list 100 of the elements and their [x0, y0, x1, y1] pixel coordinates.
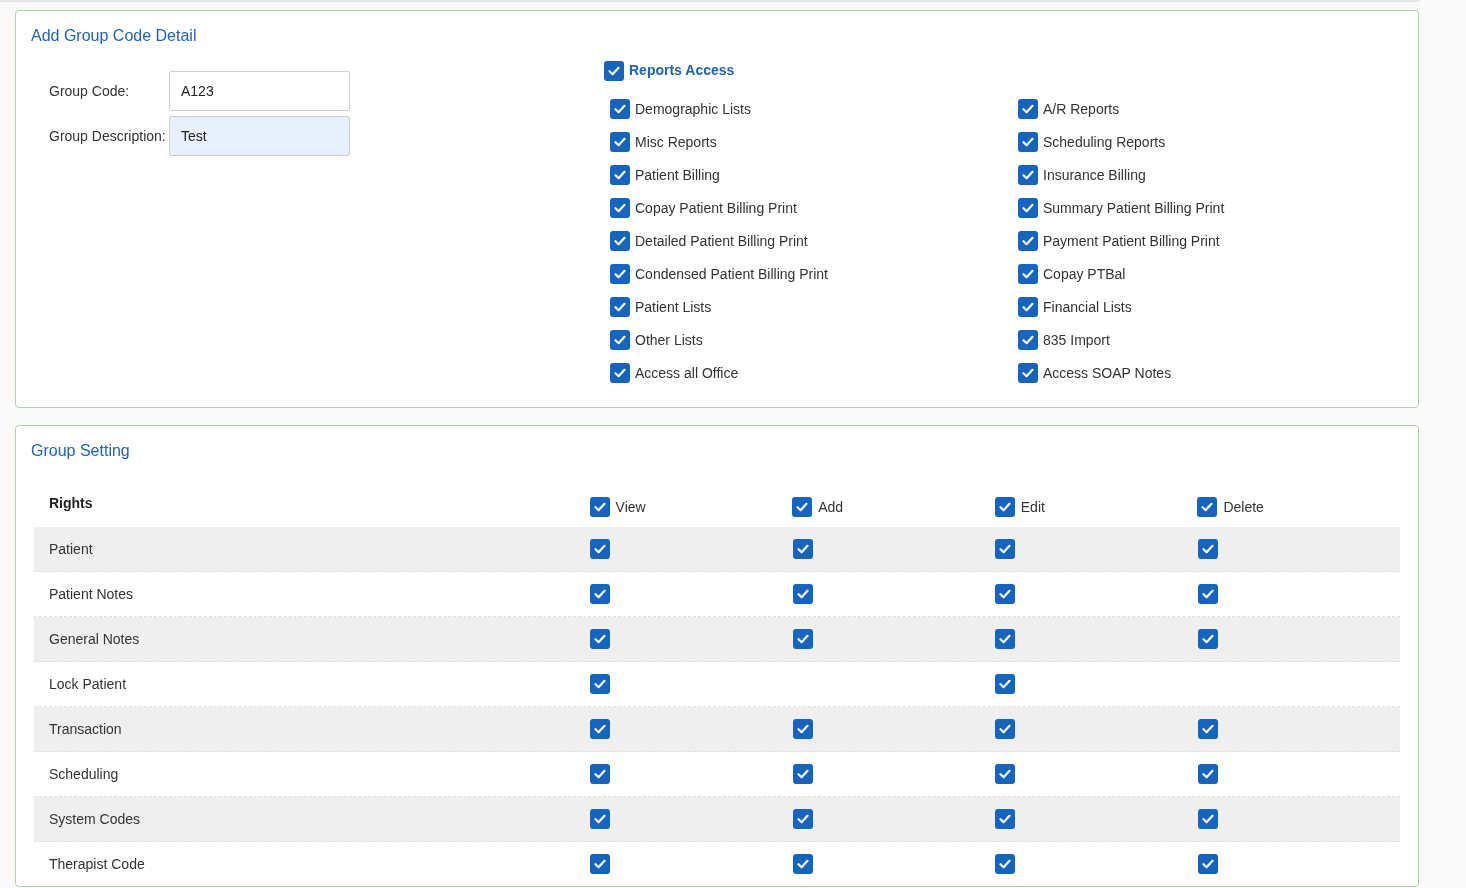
table-cell: Transaction: [49, 721, 122, 737]
field-label: Group Code:: [49, 81, 131, 101]
checkbox[interactable]: [590, 584, 611, 604]
checkbox[interactable]: [590, 764, 611, 784]
check-icon: [796, 724, 809, 734]
checkbox-label: Scheduling Reports: [1043, 132, 1166, 152]
checkbox[interactable]: [1197, 719, 1218, 739]
input-field[interactable]: A123: [169, 71, 350, 111]
check-icon: [796, 859, 809, 869]
checkbox[interactable]: [792, 719, 813, 739]
checkbox[interactable]: [1018, 198, 1038, 218]
checkbox[interactable]: [610, 363, 630, 383]
check-icon: [1022, 170, 1034, 180]
checkbox[interactable]: [995, 629, 1016, 649]
check-icon: [1022, 236, 1034, 246]
checkbox[interactable]: [1018, 297, 1038, 317]
checkbox-label: A/R Reports: [1043, 99, 1120, 119]
checkbox[interactable]: [792, 854, 813, 874]
table-cell: Therapist Code: [49, 856, 145, 872]
checkbox[interactable]: [792, 539, 813, 559]
checkbox-label: Copay PTBal: [1043, 264, 1126, 284]
checkbox[interactable]: [995, 764, 1016, 784]
checkbox[interactable]: [1018, 363, 1038, 383]
checkbox[interactable]: [1197, 854, 1218, 874]
checkbox[interactable]: [590, 629, 611, 649]
checkbox-label: Patient Billing: [635, 165, 720, 185]
column-header: Edit: [1020, 497, 1045, 517]
checkbox[interactable]: [1018, 264, 1038, 284]
check-icon: [594, 814, 607, 824]
check-icon: [594, 724, 607, 734]
checkbox-label: Patient Lists: [635, 297, 712, 317]
checkbox[interactable]: [610, 330, 630, 350]
checkbox[interactable]: [995, 584, 1016, 604]
checkbox[interactable]: [792, 584, 813, 604]
check-icon: [614, 368, 626, 378]
check-icon: [593, 502, 606, 512]
checkbox[interactable]: [610, 99, 630, 119]
checkbox[interactable]: [1018, 165, 1038, 185]
check-icon: [608, 65, 620, 76]
checkbox[interactable]: [995, 719, 1016, 739]
checkbox[interactable]: [610, 165, 630, 185]
column-header: View: [615, 497, 646, 517]
checkbox[interactable]: [995, 854, 1016, 874]
check-icon: [1022, 302, 1034, 312]
check-icon: [796, 589, 809, 599]
table-cell: System Codes: [49, 811, 141, 827]
check-icon: [999, 679, 1012, 689]
checkbox[interactable]: [1197, 497, 1218, 517]
checkbox[interactable]: [995, 809, 1016, 829]
checkbox[interactable]: [590, 854, 611, 874]
check-icon: [594, 544, 607, 554]
checkbox[interactable]: [1197, 809, 1218, 829]
checkbox[interactable]: [590, 719, 611, 739]
checkbox[interactable]: [994, 497, 1015, 517]
check-icon: [999, 634, 1012, 644]
checkbox[interactable]: [792, 629, 813, 649]
checkbox[interactable]: [1018, 231, 1038, 251]
checkbox[interactable]: [590, 539, 611, 559]
checkbox[interactable]: [792, 497, 813, 517]
checkbox[interactable]: [1018, 99, 1038, 119]
check-icon: [1022, 104, 1034, 114]
section-title: Add Group Code Detail: [31, 26, 197, 46]
check-icon: [999, 769, 1012, 779]
checkbox[interactable]: [995, 674, 1016, 694]
check-icon: [1022, 335, 1034, 345]
checkbox[interactable]: [1197, 539, 1218, 559]
check-icon: [999, 724, 1012, 734]
checkbox[interactable]: [590, 809, 611, 829]
checkbox[interactable]: [1197, 584, 1218, 604]
checkbox-label: Condensed Patient Billing Print: [635, 264, 828, 284]
checkbox[interactable]: [1197, 629, 1218, 649]
check-icon: [998, 502, 1011, 512]
checkbox-label: Copay Patient Billing Print: [635, 198, 797, 218]
checkbox[interactable]: [995, 539, 1016, 559]
check-icon: [1022, 269, 1034, 279]
check-icon: [614, 170, 626, 180]
checkbox-label: Access all Office: [635, 363, 739, 383]
input-field[interactable]: Test: [169, 116, 350, 156]
table-cell: Patient Notes: [49, 586, 134, 602]
checkbox[interactable]: [604, 60, 624, 81]
check-icon: [614, 137, 626, 147]
checkbox-label: Insurance Billing: [1043, 165, 1146, 185]
check-icon: [1201, 589, 1214, 599]
checkbox[interactable]: [610, 198, 630, 218]
checkbox[interactable]: [590, 674, 611, 694]
checkbox[interactable]: [610, 231, 630, 251]
check-icon: [614, 269, 626, 279]
checkbox[interactable]: [792, 764, 813, 784]
checkbox[interactable]: [1018, 132, 1038, 152]
checkbox[interactable]: [1018, 330, 1038, 350]
check-icon: [614, 335, 626, 345]
checkbox-label: Other Lists: [635, 330, 703, 350]
checkbox[interactable]: [792, 809, 813, 829]
checkbox[interactable]: [1197, 764, 1218, 784]
checkbox[interactable]: [610, 264, 630, 284]
checkbox[interactable]: [610, 132, 630, 152]
checkbox-label: Payment Patient Billing Print: [1043, 231, 1220, 251]
checkbox-label: Access SOAP Notes: [1043, 363, 1172, 383]
checkbox[interactable]: [589, 497, 610, 517]
checkbox[interactable]: [610, 297, 630, 317]
